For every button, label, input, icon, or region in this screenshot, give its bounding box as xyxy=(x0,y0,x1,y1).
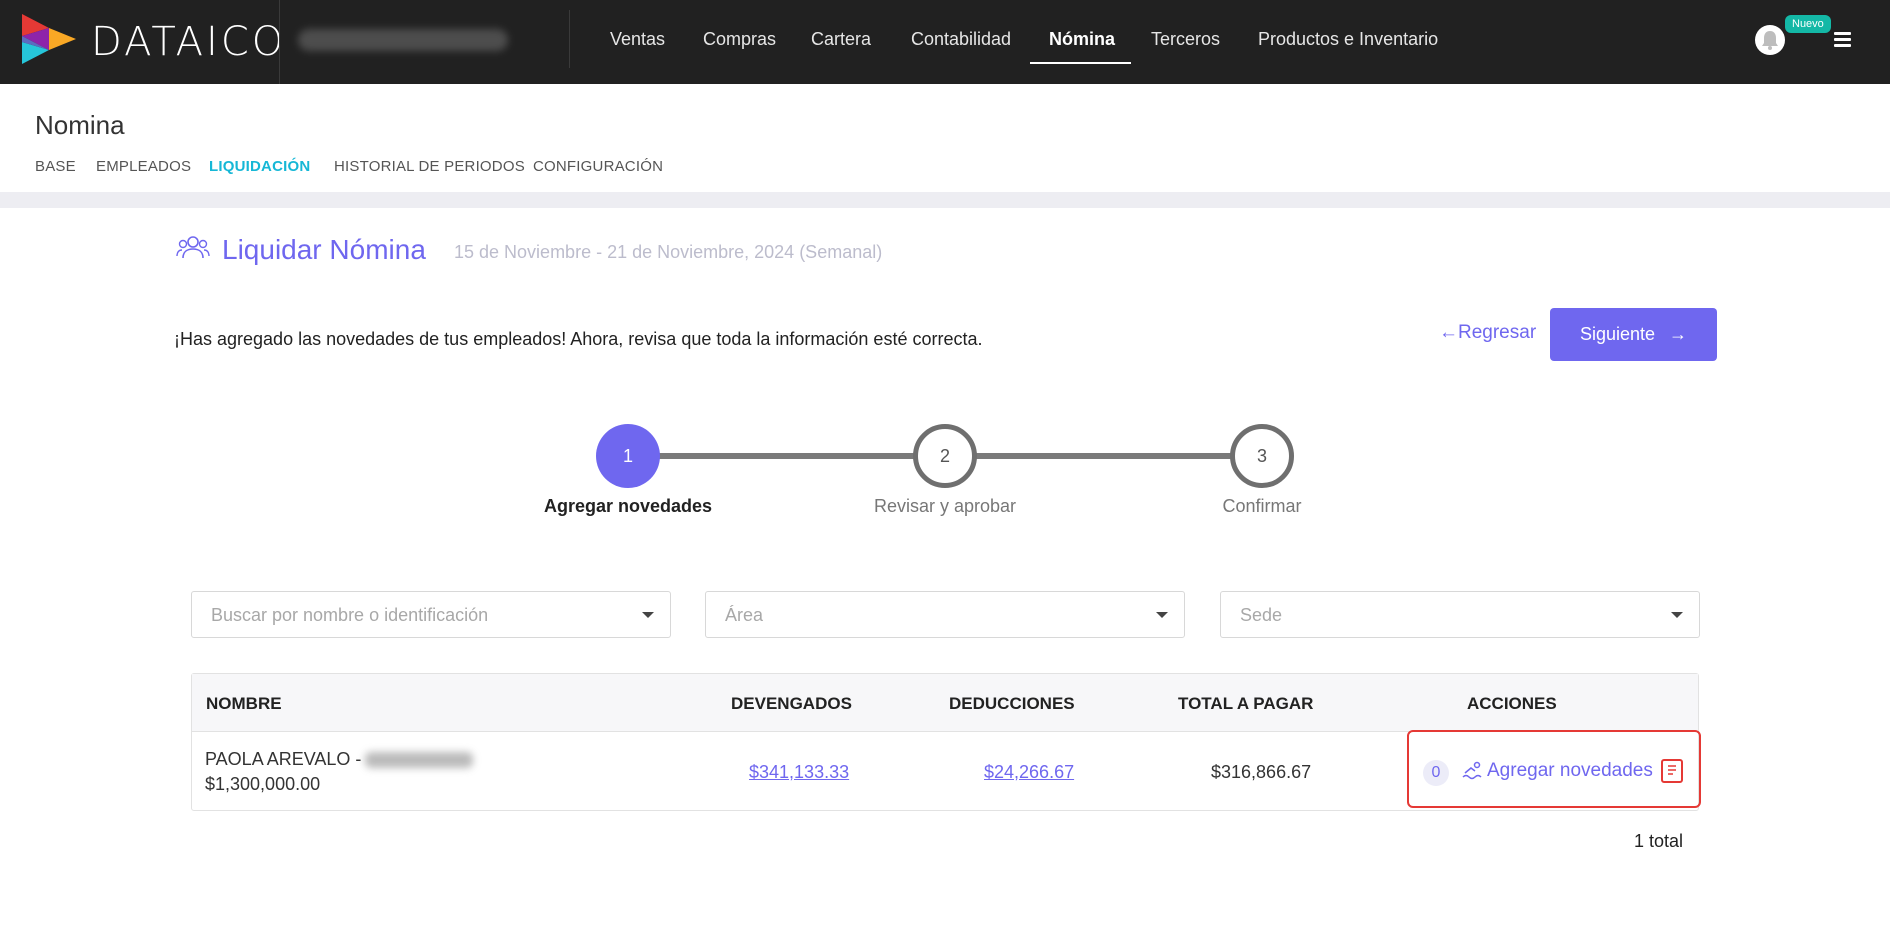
tab-liquidacion[interactable]: LIQUIDACIÓN xyxy=(209,158,310,175)
add-novedades-label: Agregar novedades xyxy=(1487,760,1653,781)
nav-cartera[interactable]: Cartera xyxy=(811,29,871,50)
arrow-right-icon: → xyxy=(1669,324,1688,344)
employee-id-blurred xyxy=(365,752,473,768)
nav-nomina[interactable]: Nómina xyxy=(1049,29,1115,50)
area-placeholder: Área xyxy=(725,605,764,625)
liquidar-title: Liquidar Nómina xyxy=(222,234,426,265)
arrow-left-icon: ← xyxy=(1439,322,1458,343)
step-2-circle[interactable]: 2 xyxy=(913,424,977,488)
page-title: Nomina xyxy=(35,110,125,140)
pdf-icon[interactable] xyxy=(1661,759,1683,783)
tab-base[interactable]: BASE xyxy=(35,158,76,175)
company-name-blurred[interactable] xyxy=(298,29,508,51)
step-3-circle[interactable]: 3 xyxy=(1230,424,1294,488)
top-navbar: DATAICO Ventas Compras Cartera Contabili… xyxy=(0,0,1890,84)
brand-name[interactable]: DATAICO xyxy=(91,19,286,65)
info-message: ¡Has agregado las novedades de tus emple… xyxy=(174,329,983,349)
col-total-pagar: TOTAL A PAGAR xyxy=(1178,694,1314,713)
total-pagar-value: $316,866.67 xyxy=(1211,762,1312,782)
divider xyxy=(279,0,280,84)
new-badge: Nuevo xyxy=(1785,15,1831,33)
period-label: 15 de Noviembre - 21 de Noviembre, 2024 … xyxy=(454,242,883,262)
employee-salary: $1,300,000.00 xyxy=(205,774,321,794)
step-2-label: Revisar y aprobar xyxy=(873,496,1017,516)
back-label: Regresar xyxy=(1458,322,1537,343)
nav-terceros[interactable]: Terceros xyxy=(1151,29,1220,50)
nav-productos-inventario[interactable]: Productos e Inventario xyxy=(1258,29,1438,50)
tab-historial-periodos[interactable]: HISTORIAL DE PERIODOS xyxy=(334,158,525,175)
chevron-down-icon xyxy=(1671,612,1683,618)
hamburger-menu-icon[interactable] xyxy=(1834,32,1851,47)
step-1-label: Agregar novedades xyxy=(543,496,713,516)
search-placeholder: Buscar por nombre o identificación xyxy=(211,605,489,625)
nav-contabilidad[interactable]: Contabilidad xyxy=(911,29,1011,50)
deducciones-link[interactable]: $24,266.67 xyxy=(984,762,1074,783)
divider xyxy=(569,10,570,68)
col-deducciones: DEDUCCIONES xyxy=(949,694,1075,713)
search-employee-select[interactable]: Buscar por nombre o identificación xyxy=(191,591,671,638)
total-count: 1 total xyxy=(1634,831,1684,851)
swimmer-icon xyxy=(1462,761,1482,780)
nav-ventas[interactable]: Ventas xyxy=(610,29,665,50)
people-icon xyxy=(176,236,210,259)
back-button[interactable]: ←Regresar xyxy=(1439,322,1536,344)
chevron-down-icon xyxy=(1156,612,1168,618)
section-divider xyxy=(0,192,1890,208)
tab-empleados[interactable]: EMPLEADOS xyxy=(96,158,191,175)
step-3-label: Confirmar xyxy=(1222,496,1302,516)
sede-placeholder: Sede xyxy=(1240,605,1283,625)
col-devengados: DEVENGADOS xyxy=(731,694,852,713)
stepper-line xyxy=(975,453,1237,459)
dataico-logo-icon[interactable] xyxy=(22,14,76,64)
col-acciones: ACCIONES xyxy=(1467,694,1557,713)
sede-select[interactable]: Sede xyxy=(1220,591,1700,638)
add-novedades-button[interactable]: Agregar novedades xyxy=(1462,760,1653,782)
employee-name: PAOLA AREVALO - xyxy=(205,749,362,769)
step-1-circle[interactable]: 1 xyxy=(596,424,660,488)
tab-configuracion[interactable]: CONFIGURACIÓN xyxy=(533,158,663,175)
bell-icon[interactable] xyxy=(1754,24,1786,56)
table-header: NOMBRE DEVENGADOS DEDUCCIONES TOTAL A PA… xyxy=(192,674,1698,732)
next-button[interactable]: Siguiente → xyxy=(1550,308,1717,361)
nav-compras[interactable]: Compras xyxy=(703,29,776,50)
area-select[interactable]: Área xyxy=(705,591,1185,638)
stepper-line xyxy=(658,453,920,459)
col-nombre: NOMBRE xyxy=(206,694,282,713)
next-label: Siguiente xyxy=(1579,324,1656,344)
devengados-link[interactable]: $341,133.33 xyxy=(749,762,849,783)
novedades-count-badge: 0 xyxy=(1423,760,1449,786)
nav-active-indicator xyxy=(1030,62,1131,64)
chevron-down-icon xyxy=(642,612,654,618)
